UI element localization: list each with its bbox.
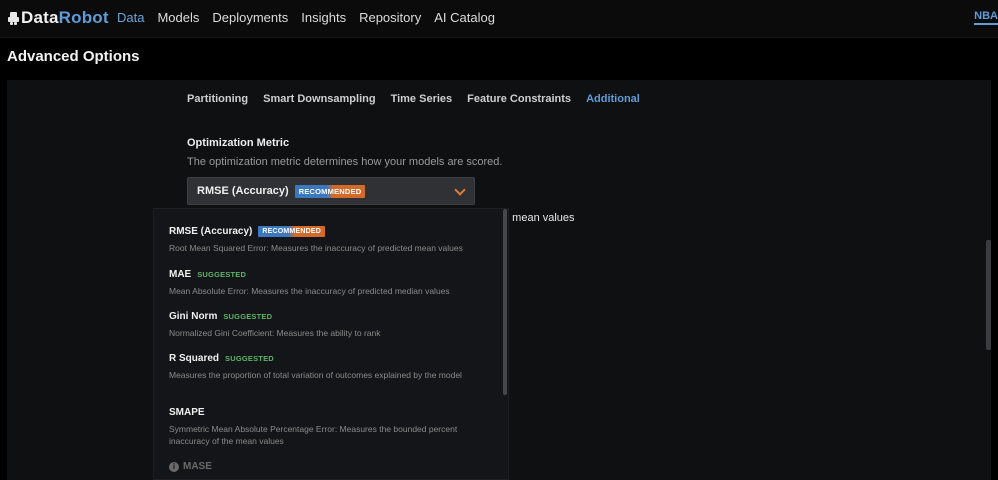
metric-option-rmse[interactable]: RMSE (Accuracy) RECOMMENDED Root Mean Squ… bbox=[169, 226, 494, 254]
nav-insights[interactable]: Insights bbox=[301, 10, 346, 25]
nav-data[interactable]: Data bbox=[117, 10, 144, 25]
metric-option-mase: i MASE bbox=[169, 461, 494, 472]
tab-smart-downsampling[interactable]: Smart Downsampling bbox=[263, 93, 375, 105]
option-title: R Squared bbox=[169, 353, 220, 364]
top-navigation-bar: DataRobot Data Models Deployments Insigh… bbox=[0, 0, 998, 38]
metric-dropdown-menu: RMSE (Accuracy) RECOMMENDED Root Mean Squ… bbox=[153, 208, 509, 480]
option-title: MAE bbox=[169, 269, 192, 280]
project-name-link[interactable]: NBA bbox=[974, 10, 998, 25]
options-tabs: Partitioning Smart Downsampling Time Ser… bbox=[187, 93, 655, 105]
option-description: Normalized Gini Coefficient: Measures th… bbox=[169, 328, 381, 338]
metric-option-mae[interactable]: MAE SUGGESTED Mean Absolute Error: Measur… bbox=[169, 269, 494, 297]
option-title: Gini Norm bbox=[169, 311, 218, 322]
metric-option-r-squared[interactable]: R Squared SUGGESTED Measures the proporti… bbox=[169, 353, 494, 381]
option-title: SMAPE bbox=[169, 407, 205, 418]
recommended-badge: RECOMMENDED bbox=[294, 184, 366, 198]
option-description: Root Mean Squared Error: Measures the in… bbox=[169, 243, 463, 253]
brand-name: DataRobot bbox=[21, 8, 109, 27]
optimization-metric-select[interactable]: RMSE (Accuracy) RECOMMENDED bbox=[187, 177, 475, 205]
robot-icon bbox=[8, 11, 19, 25]
page-title: Advanced Options bbox=[7, 48, 140, 65]
option-title: RMSE (Accuracy) bbox=[169, 226, 253, 237]
optimization-metric-label: Optimization Metric bbox=[187, 137, 290, 149]
metric-option-smape[interactable]: SMAPE Symmetric Mean Absolute Percentage… bbox=[169, 407, 494, 447]
optimization-metric-description: The optimization metric determines how y… bbox=[187, 156, 503, 168]
panel-scrollbar[interactable] bbox=[986, 240, 991, 350]
suggested-badge: SUGGESTED bbox=[197, 270, 247, 279]
dropdown-scrollbar[interactable] bbox=[503, 209, 507, 395]
selected-metric-description-partial: d mean values bbox=[503, 212, 575, 224]
metric-option-gini-norm[interactable]: Gini Norm SUGGESTED Normalized Gini Coeff… bbox=[169, 311, 494, 339]
tab-time-series[interactable]: Time Series bbox=[391, 93, 453, 105]
nav-ai-catalog[interactable]: AI Catalog bbox=[434, 10, 495, 25]
info-icon: i bbox=[169, 461, 179, 472]
option-description: Symmetric Mean Absolute Percentage Error… bbox=[169, 424, 458, 446]
recommended-badge: RECOMMENDED bbox=[258, 226, 325, 237]
datarobot-logo[interactable]: DataRobot bbox=[8, 8, 109, 28]
suggested-badge: SUGGESTED bbox=[223, 312, 273, 321]
nav-deployments[interactable]: Deployments bbox=[212, 10, 288, 25]
suggested-badge: SUGGESTED bbox=[225, 354, 274, 363]
option-title: MASE bbox=[183, 461, 212, 472]
tab-partitioning[interactable]: Partitioning bbox=[187, 93, 248, 105]
tab-feature-constraints[interactable]: Feature Constraints bbox=[467, 93, 571, 105]
selected-metric-label: RMSE (Accuracy) bbox=[197, 185, 289, 197]
main-nav: Data Models Deployments Insights Reposit… bbox=[117, 10, 508, 25]
nav-repository[interactable]: Repository bbox=[359, 10, 421, 25]
tab-additional[interactable]: Additional bbox=[586, 93, 640, 105]
option-description: Mean Absolute Error: Measures the inaccu… bbox=[169, 286, 450, 296]
nav-models[interactable]: Models bbox=[157, 10, 199, 25]
option-description: Measures the proportion of total variati… bbox=[169, 370, 462, 380]
